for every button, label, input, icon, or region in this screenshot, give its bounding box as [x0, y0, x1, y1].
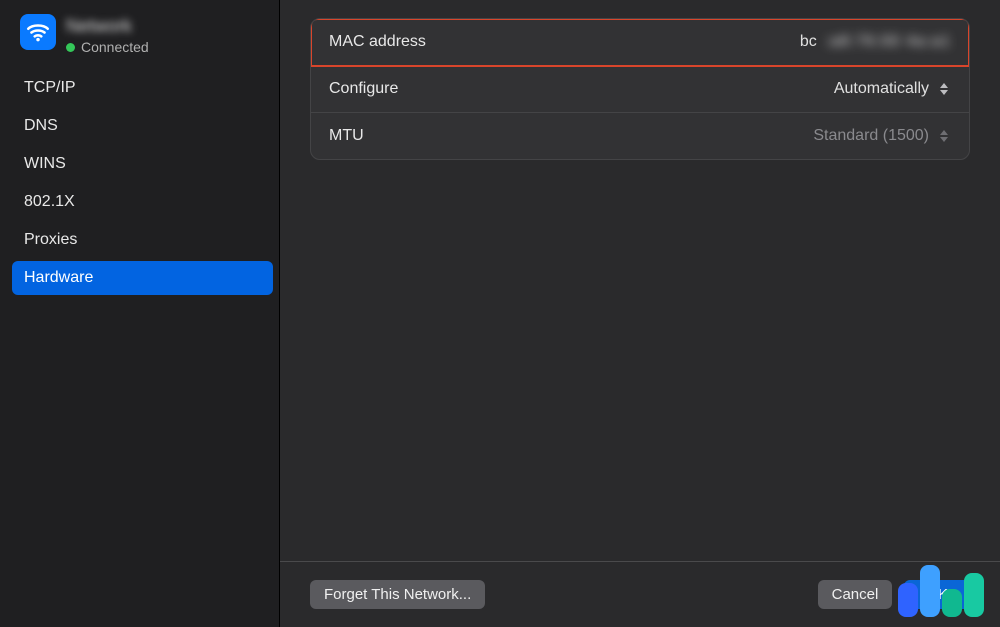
mac-address-visible: bc — [800, 33, 817, 51]
sidebar-item-proxies[interactable]: Proxies — [12, 223, 273, 257]
cancel-button[interactable]: Cancel — [818, 580, 893, 609]
network-name: Network — [66, 16, 149, 37]
main-pane: MAC address bc :a8:76:00 4a:a1 Configure … — [280, 0, 1000, 627]
status-dot-icon — [66, 43, 75, 52]
status-line: Connected — [66, 39, 149, 55]
configure-value-group: Automatically — [834, 80, 951, 98]
sidebar-item-8021x[interactable]: 802.1X — [12, 185, 273, 219]
configure-row[interactable]: Configure Automatically — [311, 66, 969, 113]
footer-right: Cancel OK — [818, 580, 970, 609]
configure-label: Configure — [329, 80, 398, 98]
mtu-value: Standard (1500) — [813, 127, 929, 145]
hardware-settings-card: MAC address bc :a8:76:00 4a:a1 Configure … — [310, 18, 970, 160]
wifi-icon — [20, 14, 56, 50]
chevron-updown-icon[interactable] — [937, 80, 951, 98]
mac-address-row: MAC address bc :a8:76:00 4a:a1 — [311, 19, 969, 66]
forget-network-button[interactable]: Forget This Network... — [310, 580, 485, 609]
sidebar-item-dns[interactable]: DNS — [12, 109, 273, 143]
mtu-label: MTU — [329, 127, 364, 145]
mac-address-value: bc :a8:76:00 4a:a1 — [800, 33, 951, 51]
sidebar: Network Connected TCP/IP DNS WINS 802.1X… — [0, 0, 280, 627]
sidebar-item-wins[interactable]: WINS — [12, 147, 273, 181]
mtu-row[interactable]: MTU Standard (1500) — [311, 113, 969, 159]
wifi-header: Network Connected — [10, 10, 279, 69]
wifi-titles: Network Connected — [66, 14, 149, 55]
sidebar-nav: TCP/IP DNS WINS 802.1X Proxies Hardware — [10, 69, 279, 297]
status-text: Connected — [81, 39, 149, 55]
configure-value: Automatically — [834, 80, 929, 98]
mac-address-label: MAC address — [329, 33, 426, 51]
sidebar-item-tcpip[interactable]: TCP/IP — [12, 71, 273, 105]
ok-button[interactable]: OK — [904, 580, 970, 609]
mtu-value-group: Standard (1500) — [813, 127, 951, 145]
footer-bar: Forget This Network... Cancel OK — [280, 561, 1000, 627]
chevron-updown-icon[interactable] — [937, 127, 951, 145]
sidebar-item-hardware[interactable]: Hardware — [12, 261, 273, 295]
mac-address-blurred: :a8:76:00 4a:a1 — [825, 33, 951, 51]
